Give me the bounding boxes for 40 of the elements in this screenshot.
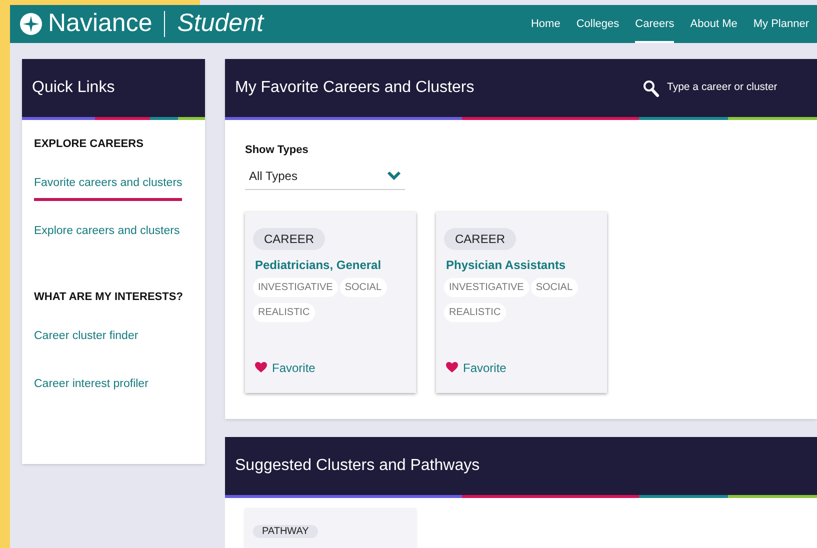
interest-tag: INVESTIGATIVE xyxy=(253,278,338,296)
interest-tag: REALISTIC xyxy=(444,302,506,322)
quick-link[interactable]: Career cluster finder xyxy=(34,328,138,354)
section-heading: WHAT ARE MY INTERESTS? xyxy=(34,290,184,305)
chevron-down-icon xyxy=(387,171,401,180)
favorite-button[interactable]: Favorite xyxy=(253,358,408,376)
career-link[interactable]: Pediatricians, General xyxy=(253,256,408,274)
nav-link[interactable]: Careers xyxy=(635,5,674,43)
quick-link[interactable]: Career interest profiler xyxy=(34,376,148,402)
interest-tag: SOCIAL xyxy=(530,278,578,296)
interest-tag: SOCIAL xyxy=(340,278,387,296)
quick-link[interactable]: Favorite careers and clusters xyxy=(34,174,182,201)
panel-title: Suggested Clusters and Pathways xyxy=(235,456,480,476)
nav-link[interactable]: Home xyxy=(530,5,560,43)
quick-link[interactable]: Explore careers and clusters xyxy=(34,222,180,249)
career-card[interactable]: CAREER Pediatricians, General INVESTIGATIVE SOCIAL REALISTIC Favorite xyxy=(245,212,416,392)
interest-tag: INVESTIGATIVE xyxy=(444,278,529,296)
favorite-button[interactable]: Favorite xyxy=(444,358,599,376)
career-link[interactable]: Physician Assistants xyxy=(444,256,599,274)
logo-icon xyxy=(20,13,42,35)
panel-title: My Favorite Careers and Clusters xyxy=(235,78,474,98)
type-badge: CAREER xyxy=(253,228,326,250)
type-dropdown[interactable]: All Types xyxy=(245,162,405,190)
heart-icon xyxy=(255,362,267,373)
panel-title: Quick Links xyxy=(32,78,115,98)
nav-link[interactable]: Colleges xyxy=(576,5,620,43)
nav-link[interactable]: My Planner xyxy=(753,5,809,43)
nav-link[interactable]: About Me xyxy=(690,5,738,43)
type-badge: PATHWAY xyxy=(253,525,318,538)
heart-icon xyxy=(446,362,458,373)
pathway-card[interactable]: PATHWAY xyxy=(245,508,416,548)
filter-label: Show Types xyxy=(245,143,310,158)
product-name: Student xyxy=(177,8,264,40)
type-badge: CAREER xyxy=(444,228,516,250)
section-heading: EXPLORE CAREERS xyxy=(34,137,144,152)
career-card[interactable]: CAREER Physician Assistants INVESTIGATIVE SOCIAL REALISTIC Favorite xyxy=(436,212,607,392)
interest-tag: REALISTIC xyxy=(253,302,315,322)
brand-name: Naviance xyxy=(48,8,152,40)
search-field[interactable]: Type a career or cluster xyxy=(643,80,777,96)
search-icon xyxy=(643,80,659,96)
